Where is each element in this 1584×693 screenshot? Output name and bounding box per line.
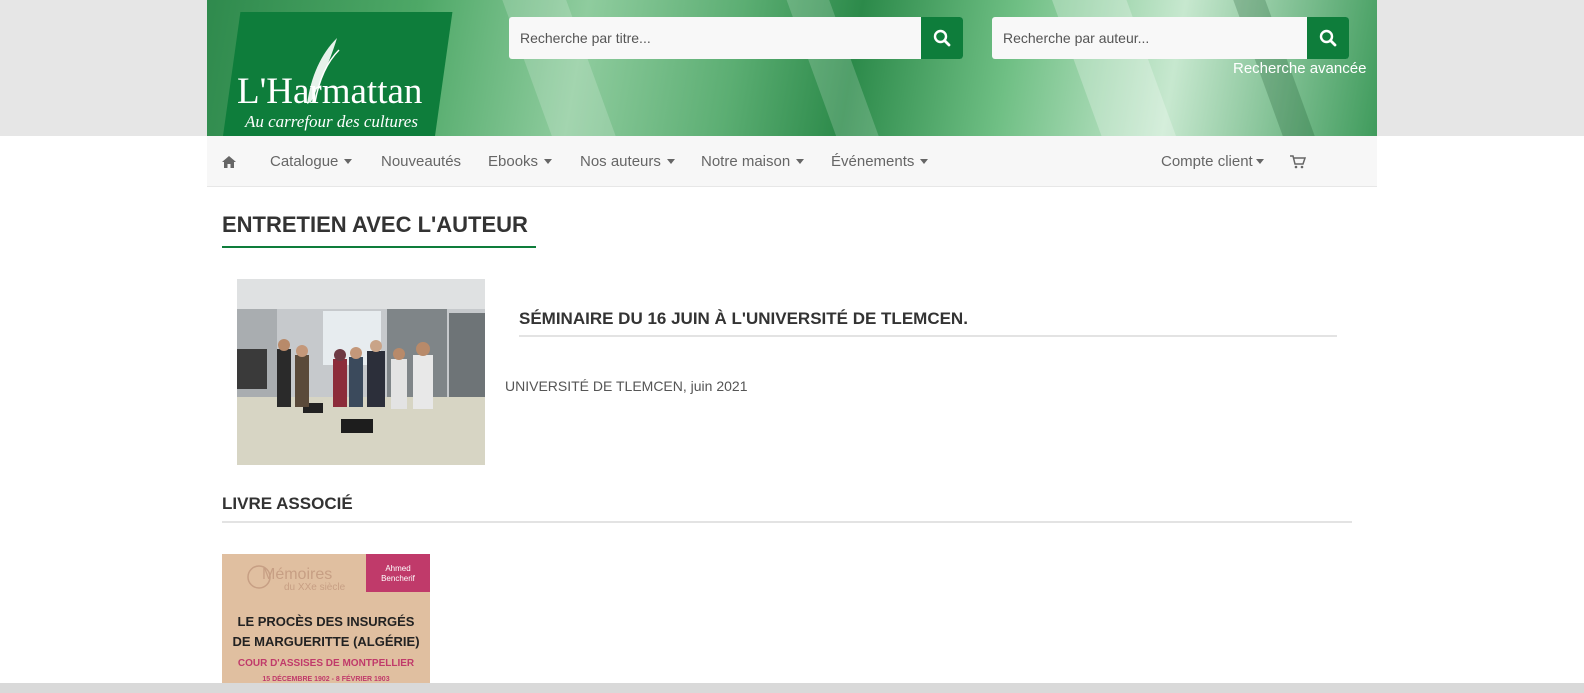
main-container: L'Harmattan Au carrefour des cultures Re [207,0,1377,693]
nav-cart[interactable] [1290,136,1306,187]
main-nav: Catalogue Nouveautés Ebooks Nos auteurs … [207,136,1377,187]
nav-ebooks-label: Ebooks [488,153,539,170]
nav-maison[interactable]: Notre maison [701,136,805,187]
section-divider [222,521,1352,523]
caret-down-icon [544,159,553,164]
related-book-title: LIVRE ASSOCIÉ [222,494,353,513]
nav-auteurs[interactable]: Nos auteurs [580,136,675,187]
article-divider [519,335,1337,337]
nav-catalogue[interactable]: Catalogue [270,136,353,187]
book-series-sub: du XXe siècle [284,582,346,593]
caret-down-icon [920,159,929,164]
author-search-button[interactable] [1307,17,1349,59]
home-icon [222,155,236,168]
article-photo[interactable] [237,279,485,465]
caret-down-icon [796,159,805,164]
header-banner: L'Harmattan Au carrefour des cultures Re [207,0,1377,136]
logo[interactable]: L'Harmattan Au carrefour des cultures [223,12,445,136]
advanced-search-link[interactable]: Recherche avancée [1233,60,1366,77]
seminar-photo [237,279,485,465]
author-search [992,17,1349,59]
book-title-line2: DE MARGUERITTE (ALGÉRIE) [232,634,420,649]
nav-ebooks[interactable]: Ebooks [488,136,553,187]
title-underline [222,246,536,248]
caret-down-icon [344,159,353,164]
book-title-line1: LE PROCÈS DES INSURGÉS [237,614,415,629]
article-meta: UNIVERSITÉ DE TLEMCEN, juin 2021 [505,378,748,394]
logo-name: L'Harmattan [237,71,423,112]
nav-auteurs-label: Nos auteurs [580,153,661,170]
horizontal-scrollbar[interactable] [0,683,1584,693]
nav-evenements-label: Événements [831,153,915,170]
nav-maison-label: Notre maison [701,153,791,170]
nav-nouveautes[interactable]: Nouveautés [381,136,461,187]
caret-down-icon [1255,159,1264,164]
title-search-button[interactable] [921,17,963,59]
nav-evenements[interactable]: Événements [831,136,929,187]
book-dates: 15 DÉCEMBRE 1902 - 8 FÉVRIER 1903 [262,676,390,683]
page-title: ENTRETIEN AVEC L'AUTEUR [222,212,528,237]
caret-down-icon [666,159,675,164]
title-search-input[interactable] [509,17,921,59]
nav-home[interactable] [222,136,236,187]
book-title: LE PROCÈS DES INSURGÉS DE MARGUERITTE (A… [222,612,430,652]
book-subtitle: COUR D'ASSISES DE MONTPELLIER [237,658,415,669]
nav-catalogue-label: Catalogue [270,153,339,170]
search-icon [933,29,951,47]
nav-account-label: Compte client [1161,153,1253,170]
logo-tagline: Au carrefour des cultures [245,112,418,131]
book-cover[interactable]: Mémoires du XXe siècle Ahmed Bencherif L… [222,554,430,693]
search-icon [1319,29,1337,47]
article-title[interactable]: SÉMINAIRE DU 16 JUIN À L'UNIVERSITÉ DE T… [519,309,968,329]
author-search-input[interactable] [992,17,1307,59]
book-author: Ahmed Bencherif [381,564,415,583]
nav-nouveautes-label: Nouveautés [381,153,462,170]
cart-icon [1290,154,1306,168]
title-search [509,17,963,59]
nav-account[interactable]: Compte client [1161,136,1264,187]
